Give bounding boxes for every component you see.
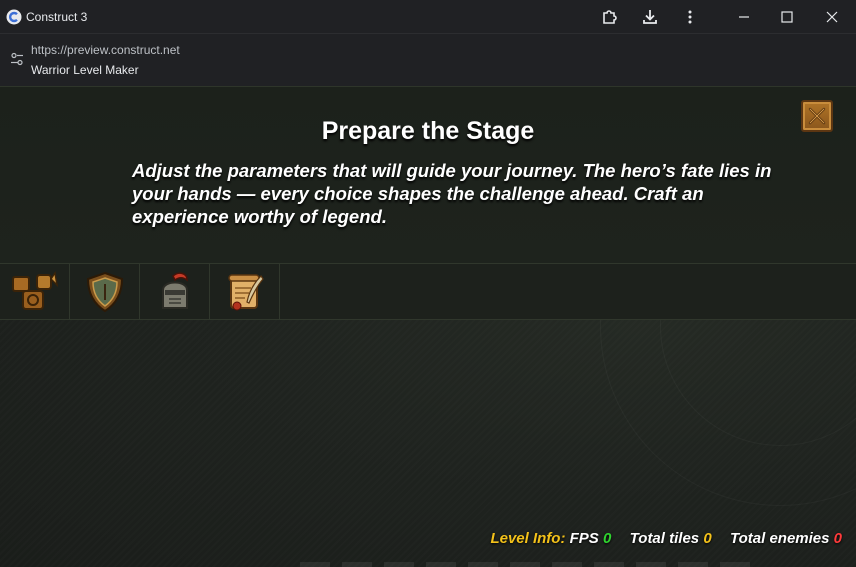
puzzle-icon [603, 10, 617, 24]
tab-map-layout[interactable] [0, 264, 70, 319]
close-icon [826, 11, 838, 23]
knight-helmet-icon [161, 271, 188, 309]
tab-scroll[interactable] [210, 264, 280, 319]
fps-label: FPS [569, 530, 599, 547]
tab-helmet[interactable] [140, 264, 210, 319]
minimize-icon [739, 16, 749, 18]
download-button[interactable] [630, 0, 670, 34]
close-x-icon [808, 107, 826, 125]
tiles-label: Total tiles [629, 530, 700, 547]
maximize-icon [781, 11, 793, 23]
window-title: Construct 3 [26, 10, 88, 24]
close-window-button[interactable] [809, 0, 855, 34]
fps-value: 0 [602, 530, 612, 547]
menu-button[interactable] [670, 0, 710, 34]
browser-titlebar: Construct 3 [0, 0, 856, 34]
level-info-bar: Level Info: FPS 0 Total tiles 0 Total en… [490, 530, 842, 547]
url-text[interactable]: https://preview.construct.net [31, 43, 180, 57]
intro-panel: Prepare the Stage Adjust the parameters … [0, 86, 856, 264]
close-panel-button[interactable] [801, 100, 833, 132]
minimize-button[interactable] [721, 0, 767, 34]
game-canvas: Prepare the Stage Adjust the parameters … [0, 86, 856, 567]
site-settings-icon[interactable] [10, 52, 24, 66]
stage-title: Prepare the Stage [321, 117, 535, 145]
tab-shield[interactable] [70, 264, 140, 319]
enemies-value: 0 [833, 530, 842, 547]
enemies-label: Total enemies [730, 530, 830, 547]
download-icon [643, 10, 657, 24]
scroll-quill-icon [227, 273, 264, 310]
extensions-button[interactable] [590, 0, 630, 34]
map-layout-icon [11, 270, 58, 310]
tab-strip [0, 264, 856, 320]
level-info-label: Level Info: [490, 530, 566, 547]
construct-logo-icon [6, 9, 22, 25]
more-vert-icon [688, 10, 692, 24]
stage-description: Adjust the parameters that will guide yo… [132, 160, 772, 227]
address-bar: https://preview.construct.net Warrior Le… [0, 34, 856, 86]
tiles-value: 0 [703, 530, 712, 547]
shield-icon [86, 271, 123, 312]
page-title: Warrior Level Maker [31, 63, 139, 77]
footer-faint-text [300, 562, 760, 567]
maximize-button[interactable] [764, 0, 810, 34]
